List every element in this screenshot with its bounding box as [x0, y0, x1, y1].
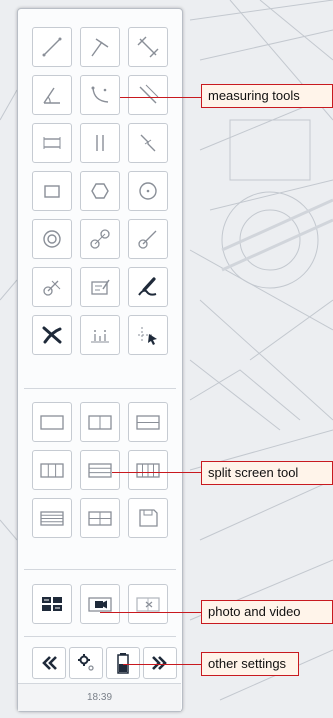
split-horizontal-3-icon[interactable] [80, 450, 120, 490]
save-layout-icon[interactable] [128, 498, 168, 538]
distance-measure-icon[interactable] [128, 27, 168, 67]
diagonal-lines-icon[interactable] [128, 123, 168, 163]
measuring-tools-label: measuring tools [201, 84, 333, 108]
text-annotation-icon[interactable] [80, 267, 120, 307]
measuring-tools-leader-line [120, 97, 202, 98]
point-count-icon[interactable] [80, 315, 120, 355]
previous-icon[interactable] [32, 647, 66, 679]
gear-settings-icon[interactable] [69, 647, 103, 679]
concentric-circles-icon[interactable] [32, 219, 72, 259]
section-divider [24, 636, 176, 637]
radius-icon[interactable] [128, 219, 168, 259]
split-screen-label: split screen tool [201, 461, 333, 485]
split-vertical-4-icon[interactable] [128, 450, 168, 490]
single-view-icon[interactable] [32, 402, 72, 442]
rectangle-icon[interactable] [32, 171, 72, 211]
point-to-circle-icon[interactable] [32, 267, 72, 307]
parallel-distance-icon[interactable] [128, 75, 168, 115]
section-divider [24, 388, 176, 389]
video-split-icon[interactable] [128, 584, 168, 624]
circle-distance-icon[interactable] [80, 219, 120, 259]
coordinate-cursor-icon[interactable] [128, 315, 168, 355]
vertical-lines-icon[interactable] [80, 123, 120, 163]
other-settings-leader-line [123, 664, 202, 665]
perpendicular-line-icon[interactable] [80, 27, 120, 67]
split-vertical-3-icon[interactable] [32, 450, 72, 490]
circle-icon[interactable] [128, 171, 168, 211]
video-record-icon[interactable] [80, 584, 120, 624]
freehand-draw-icon[interactable] [128, 267, 168, 307]
split-horizontal-2-icon[interactable] [128, 402, 168, 442]
delete-icon[interactable] [32, 315, 72, 355]
section-divider [24, 569, 176, 570]
hexagon-icon[interactable] [80, 171, 120, 211]
split-screen-leader-line [112, 472, 202, 473]
photo-video-label: photo and video [201, 600, 333, 624]
next-icon[interactable] [143, 647, 177, 679]
photo-video-leader-line [100, 612, 202, 613]
angle-icon[interactable] [32, 75, 72, 115]
split-grid-4-icon[interactable] [80, 498, 120, 538]
arc-curve-icon[interactable] [80, 75, 120, 115]
battery-icon[interactable] [106, 647, 140, 679]
other-settings-label: other settings [201, 652, 299, 676]
clock-time: 18:39 [18, 683, 181, 711]
line-tool-icon[interactable] [32, 27, 72, 67]
photo-compare-icon[interactable] [32, 584, 72, 624]
split-vertical-2-icon[interactable] [80, 402, 120, 442]
split-horizontal-4-icon[interactable] [32, 498, 72, 538]
horizontal-lines-icon[interactable] [32, 123, 72, 163]
